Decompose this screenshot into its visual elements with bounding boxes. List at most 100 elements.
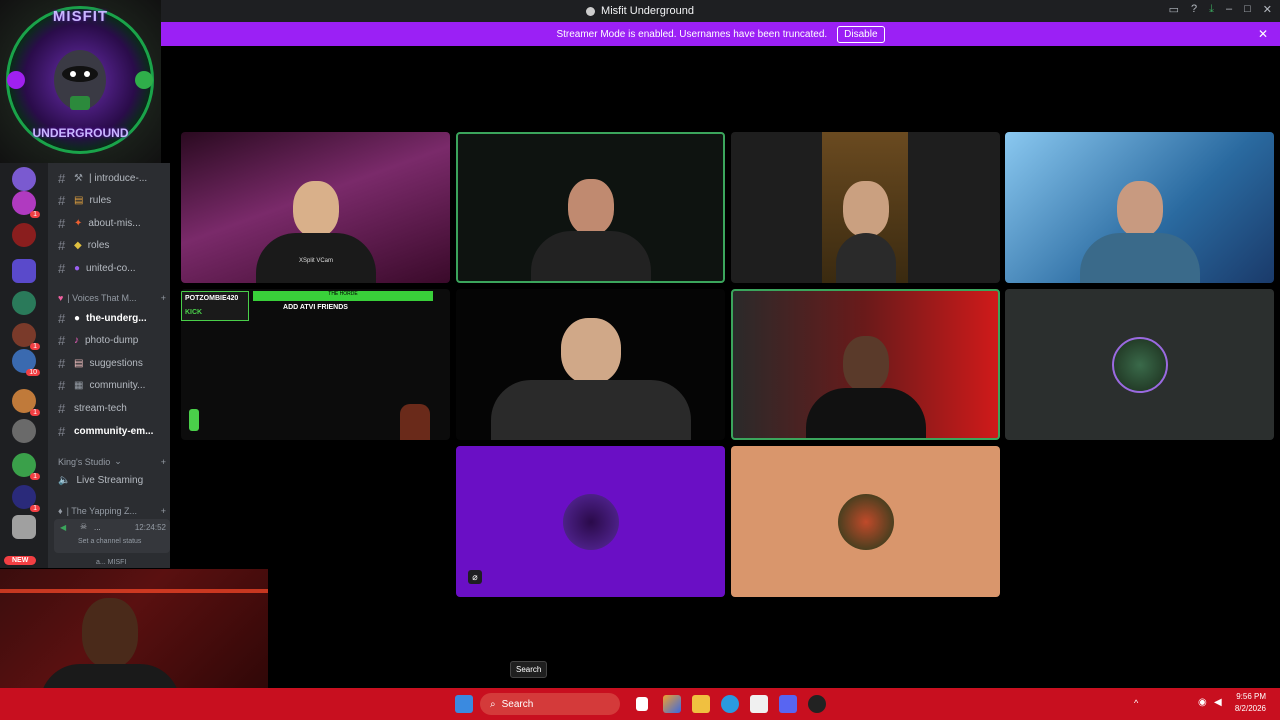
channel-item[interactable]: # ▦ community... bbox=[58, 376, 166, 394]
voice-channel-live-streaming[interactable]: 🔈 Live Streaming bbox=[58, 471, 166, 489]
participant-video bbox=[255, 181, 376, 283]
unread-badge: 1 bbox=[30, 343, 40, 350]
server-icon[interactable] bbox=[12, 259, 36, 283]
channel-item[interactable]: # ▤ suggestions bbox=[58, 354, 166, 372]
streamer-facecam bbox=[400, 404, 430, 440]
unread-badge: 1 bbox=[30, 211, 40, 218]
minimize-button[interactable]: – bbox=[1226, 3, 1232, 16]
video-tile-avatar[interactable] bbox=[731, 446, 1000, 597]
discord-icon bbox=[586, 6, 596, 16]
server-icon[interactable]: 1 bbox=[12, 453, 40, 480]
video-tile-stream[interactable]: POTZOMBIE420 KICK THE HORDE ADD ATVI FRI… bbox=[181, 289, 450, 440]
edge-icon[interactable] bbox=[721, 695, 739, 713]
hash-icon: # bbox=[58, 377, 66, 393]
video-tile-speaking[interactable] bbox=[731, 289, 1000, 440]
server-icon[interactable]: 1 bbox=[12, 323, 40, 350]
participant-video bbox=[530, 179, 651, 281]
category-voices[interactable]: ♥ | Voices That M... + bbox=[58, 293, 166, 303]
voice-user-2: a... MISFI bbox=[96, 559, 127, 566]
server-icon[interactable] bbox=[12, 419, 36, 443]
channel-item[interactable]: # ✦ about-mis... bbox=[58, 214, 166, 232]
inbox-icon[interactable]: ▭ bbox=[1169, 3, 1179, 16]
hash-icon: # bbox=[58, 310, 66, 326]
title-bar: Misfit Underground ▭ ? ⤓ – □ ✕ bbox=[0, 0, 1280, 22]
participant-video bbox=[1079, 181, 1200, 283]
video-tile[interactable]: XSplit VCam bbox=[181, 132, 450, 283]
vcam-overlay-text: XSplit VCam bbox=[299, 258, 334, 264]
channel-list: # ⚒ | introduce-... # ▤ rules # ✦ about-mis...… bbox=[48, 163, 170, 568]
store-icon[interactable] bbox=[750, 695, 768, 713]
heart-icon: ♥ bbox=[58, 293, 64, 303]
server-icon[interactable]: 1 bbox=[12, 191, 40, 218]
category-yapping[interactable]: ♦ | The Yapping Z... + bbox=[58, 506, 166, 516]
copilot-icon[interactable] bbox=[663, 695, 681, 713]
server-icon[interactable] bbox=[12, 167, 36, 191]
search-icon: ⌕ bbox=[490, 698, 496, 710]
new-badge: NEW bbox=[4, 556, 37, 565]
video-tile[interactable] bbox=[456, 289, 725, 440]
hash-icon: # bbox=[58, 332, 66, 348]
taskbar: ⌕ Search ^ ◉ ◀ 9:56 PM 8/2/2026 bbox=[0, 688, 1280, 720]
server-icon[interactable]: 10 bbox=[12, 349, 40, 376]
hash-icon: # bbox=[58, 423, 66, 439]
logo-line1: MISFIT bbox=[52, 8, 109, 25]
disable-button[interactable]: Disable bbox=[837, 25, 885, 43]
camera-icon: ♪ bbox=[74, 334, 79, 346]
speech-icon: ● bbox=[74, 312, 81, 324]
banner-text: Streamer Mode is enabled. Usernames have… bbox=[556, 28, 828, 40]
search-tooltip: Search bbox=[510, 661, 548, 678]
server-icon[interactable] bbox=[12, 291, 36, 315]
chevron-down-icon: ⌄ bbox=[114, 456, 122, 466]
video-tile-avatar[interactable] bbox=[1005, 289, 1274, 440]
wifi-icon[interactable]: ◉ bbox=[1198, 697, 1207, 708]
server-icon[interactable]: 1 bbox=[12, 485, 40, 512]
channel-item[interactable]: # stream-tech bbox=[58, 399, 166, 417]
misfit-logo-overlay: MISFIT UNDERGROUND bbox=[0, 0, 161, 163]
tray-chevron-icon[interactable]: ^ bbox=[1134, 698, 1138, 708]
channel-item[interactable]: # ⚒ | introduce-... bbox=[58, 169, 166, 187]
channel-item[interactable]: # community-em... bbox=[58, 422, 166, 440]
channel-item[interactable]: # ♪ photo-dump bbox=[58, 331, 166, 349]
unread-badge: 10 bbox=[26, 369, 40, 376]
hash-icon: # bbox=[58, 192, 66, 208]
server-icon[interactable] bbox=[12, 515, 36, 539]
user-avatar bbox=[1111, 336, 1168, 393]
file-explorer-icon[interactable] bbox=[692, 695, 710, 713]
video-tile[interactable] bbox=[1005, 132, 1274, 283]
channel-item-active[interactable]: # ● the-underg... bbox=[58, 309, 166, 327]
mic-icon: ♦ bbox=[58, 506, 63, 516]
server-icon[interactable]: 1 bbox=[12, 389, 40, 416]
category-kings-studio[interactable]: King's Studio ⌄ + bbox=[58, 456, 166, 467]
help-icon[interactable]: ? bbox=[1191, 3, 1197, 16]
server-icon[interactable] bbox=[12, 223, 36, 247]
channel-item[interactable]: # ▤ rules bbox=[58, 191, 166, 209]
maximize-button[interactable]: □ bbox=[1244, 3, 1251, 16]
channel-item[interactable]: # ● united-co... bbox=[58, 259, 166, 277]
participant-video bbox=[490, 318, 691, 440]
obs-icon[interactable] bbox=[808, 695, 826, 713]
close-button[interactable]: ✕ bbox=[1263, 3, 1272, 16]
add-channel-icon[interactable]: + bbox=[161, 506, 166, 516]
download-icon[interactable]: ⤓ bbox=[1209, 3, 1214, 16]
start-icon[interactable] bbox=[455, 695, 473, 713]
channel-status[interactable]: Set a channel status bbox=[78, 538, 141, 545]
add-channel-icon[interactable]: + bbox=[161, 457, 166, 467]
voice-connected-channel[interactable]: ◀ ☠ ... 12:24:52 Set a channel status bbox=[54, 519, 170, 553]
channel-item[interactable]: # ◆ roles bbox=[58, 236, 166, 254]
volume-icon[interactable]: ◀ bbox=[1214, 697, 1222, 708]
taskbar-search[interactable]: ⌕ Search bbox=[480, 693, 620, 715]
banner-close-icon[interactable]: ✕ bbox=[1258, 27, 1268, 41]
add-channel-icon[interactable]: + bbox=[161, 293, 166, 303]
speaker-icon: ◀ bbox=[60, 523, 67, 532]
task-view-icon[interactable] bbox=[636, 697, 648, 711]
video-tile-avatar[interactable]: ⌀ bbox=[456, 446, 725, 597]
video-tile-speaking[interactable] bbox=[456, 132, 725, 283]
video-tile[interactable] bbox=[731, 132, 1000, 283]
hash-icon: # bbox=[58, 237, 66, 253]
discord-taskbar-icon[interactable] bbox=[779, 695, 797, 713]
green-bar-icon bbox=[189, 409, 199, 431]
hash-icon: # bbox=[58, 355, 66, 371]
participant-video bbox=[805, 336, 926, 438]
clock[interactable]: 9:56 PM 8/2/2026 bbox=[1235, 691, 1266, 715]
voice-user-name: ... bbox=[94, 523, 101, 532]
